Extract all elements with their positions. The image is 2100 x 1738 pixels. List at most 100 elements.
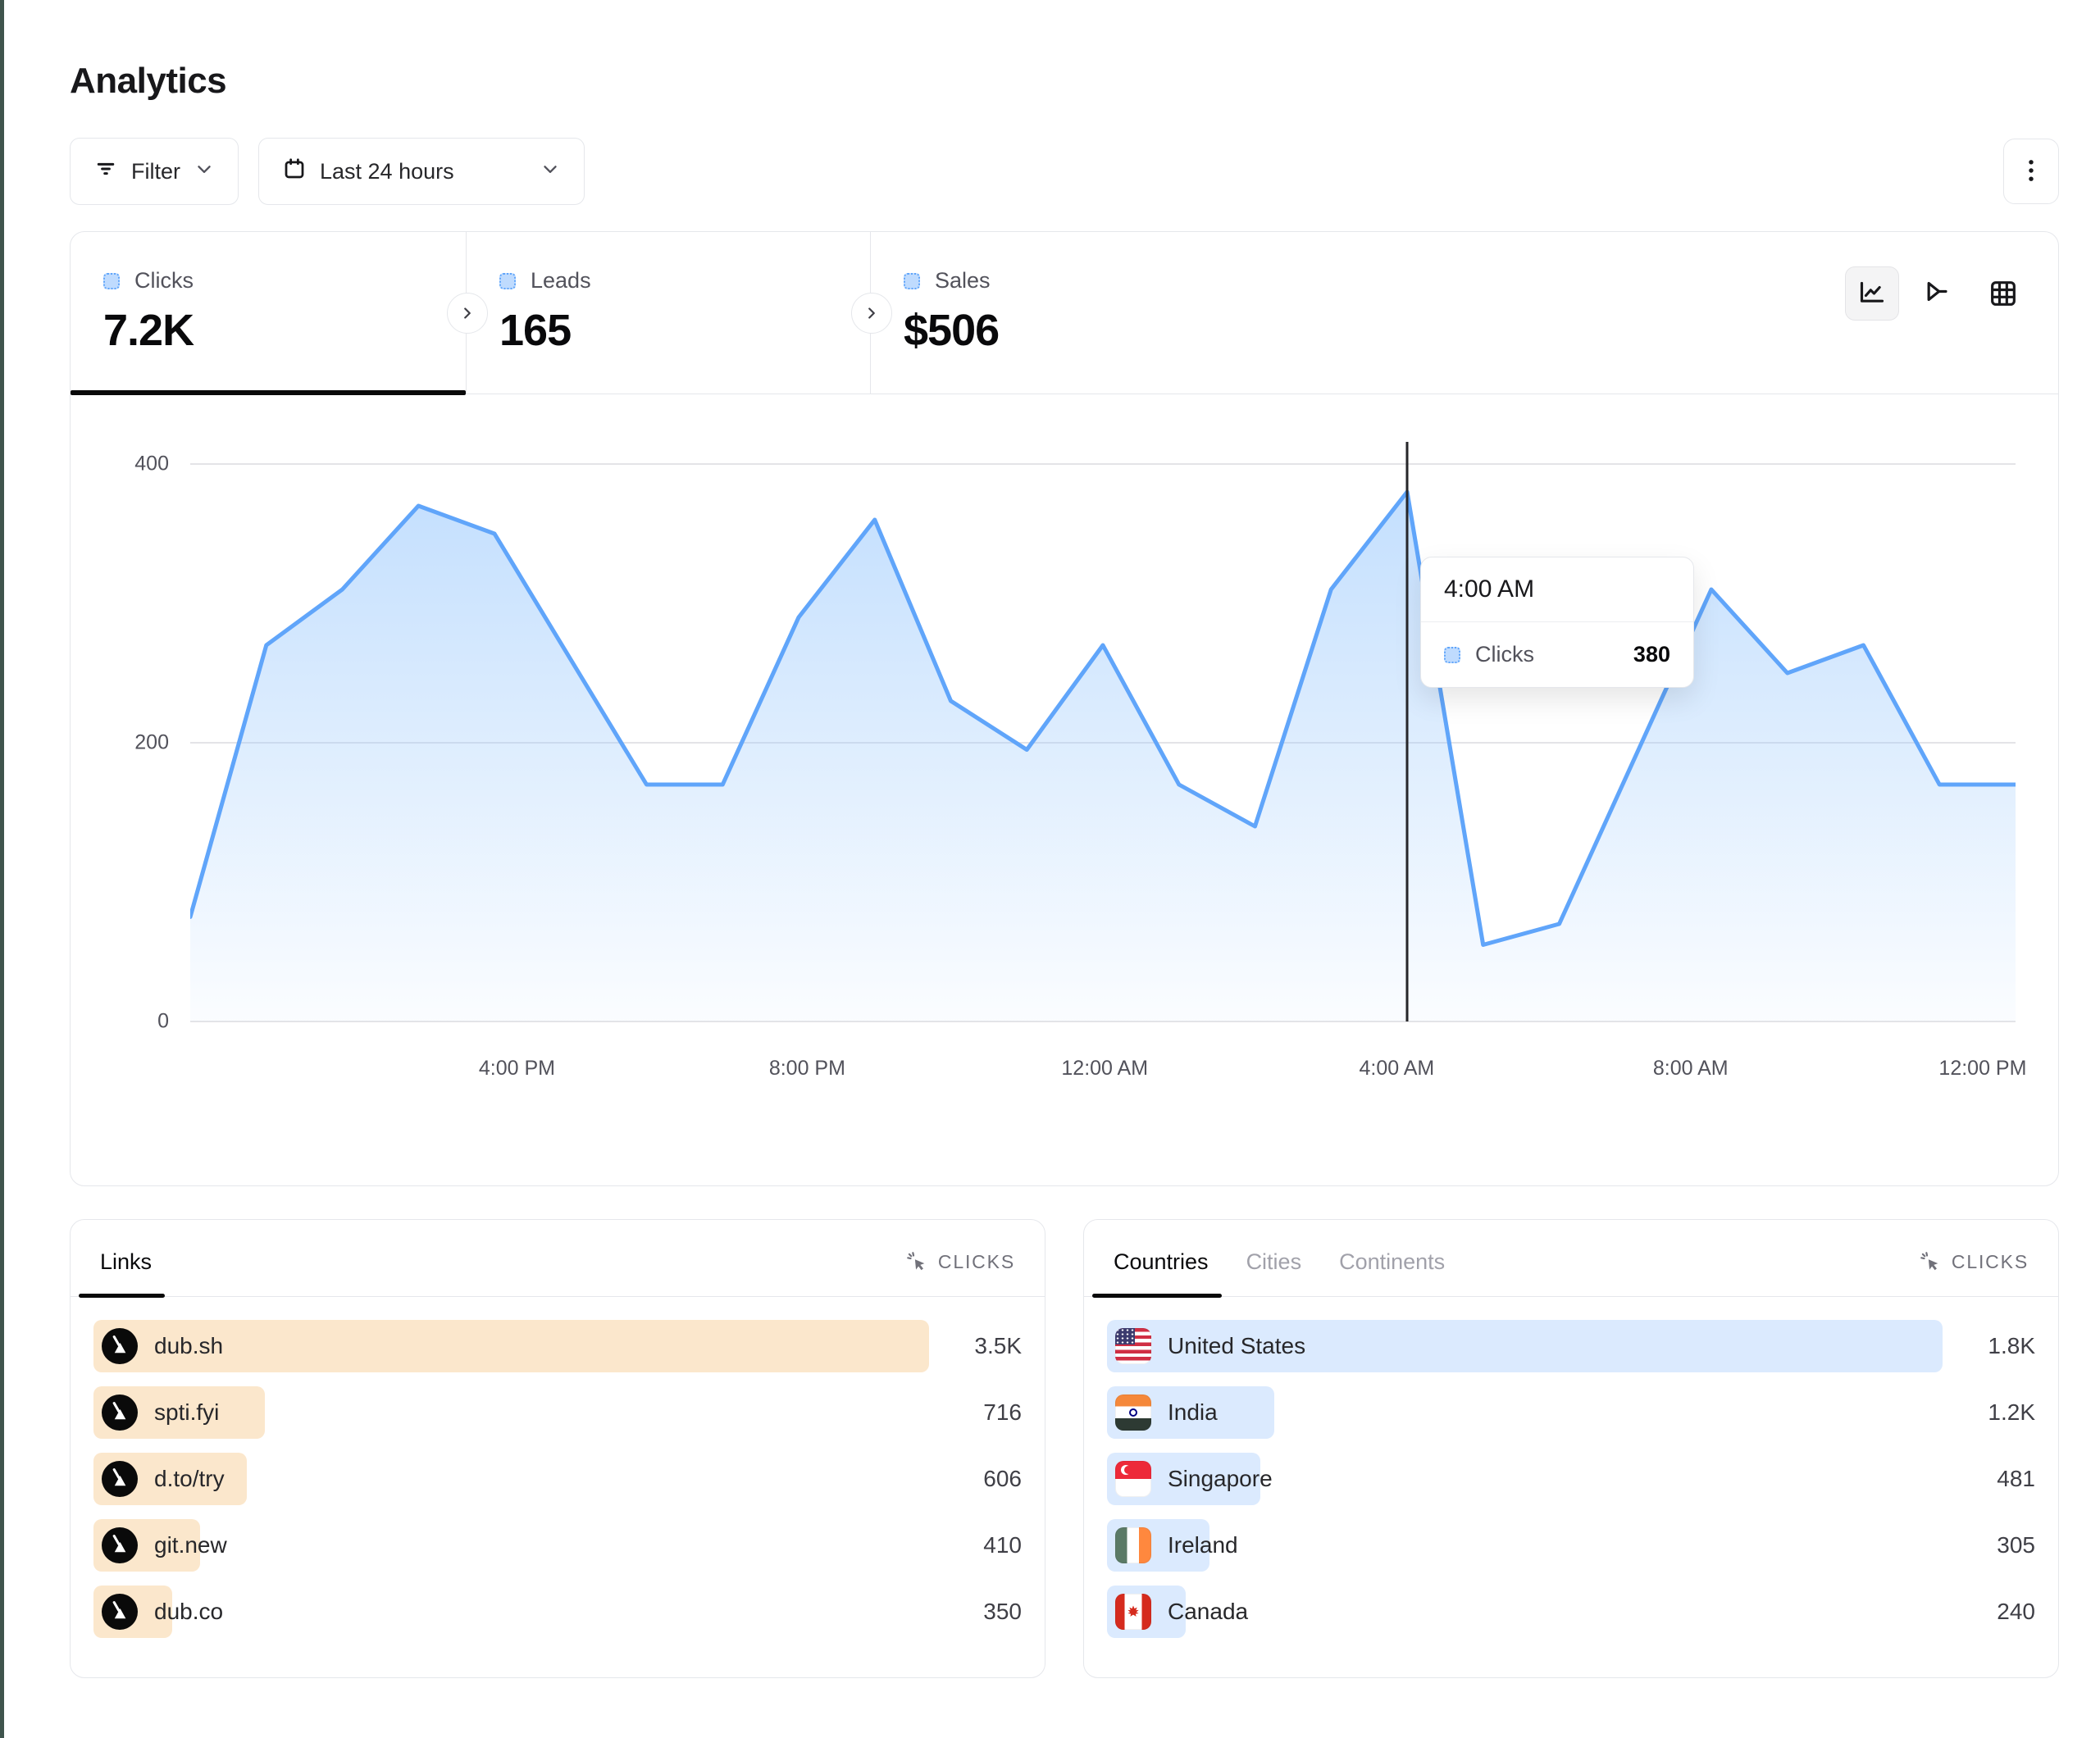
country-row[interactable]: United States1.8K	[1107, 1320, 2035, 1372]
row-value: 606	[983, 1466, 1022, 1492]
clicks-chart: 0200400 4:00 PM8:00 PM12:00 AM4:00 AM8:0…	[71, 394, 2058, 1098]
funnel-chart-icon	[1921, 277, 1954, 310]
row-value: 410	[983, 1532, 1022, 1558]
row-content: dub.co	[93, 1594, 223, 1630]
dub-logo-icon	[102, 1394, 138, 1431]
y-axis: 0200400	[71, 435, 190, 1098]
dub-logo-icon	[102, 1328, 138, 1364]
countries-list: United States1.8K India 1.2K Singapore 481 Ir…	[1084, 1297, 2058, 1638]
tooltip-series-label: Clicks	[1475, 642, 1534, 667]
line-chart-icon	[1856, 277, 1888, 310]
links-list: dub.sh3.5K spti.fyi 716 d.to/try 606 git.new 4…	[71, 1297, 1045, 1638]
row-content: d.to/try	[93, 1461, 225, 1497]
leads-swatch-icon	[499, 273, 516, 289]
clicks-value: 7.2K	[103, 305, 466, 356]
toolbar: Filter Last 24 hours	[70, 138, 2059, 205]
chevron-down-icon	[540, 158, 561, 185]
link-row[interactable]: spti.fyi 716	[93, 1386, 1022, 1439]
row-content: Ireland	[1107, 1527, 1238, 1563]
tab-clicks[interactable]: Clicks 7.2K	[71, 232, 467, 394]
grid-table-icon	[1987, 277, 2020, 310]
geo-metric[interactable]: CLICKS	[1919, 1250, 2029, 1296]
geo-card: Countries Cities Continents CLICKS United …	[1083, 1219, 2059, 1678]
row-label: Ireland	[1168, 1532, 1238, 1558]
sg-flag-icon	[1115, 1461, 1151, 1497]
link-row[interactable]: d.to/try 606	[93, 1453, 1022, 1505]
row-content: spti.fyi	[93, 1394, 219, 1431]
chevron-down-icon	[194, 158, 215, 185]
tab-cities[interactable]: Cities	[1246, 1249, 1302, 1296]
y-axis-tick: 0	[157, 1010, 169, 1034]
country-row[interactable]: Ireland 305	[1107, 1519, 2035, 1572]
link-row[interactable]: dub.sh3.5K	[93, 1320, 1022, 1372]
x-axis-tick: 4:00 PM	[479, 1057, 555, 1081]
more-options-button[interactable]	[2003, 139, 2059, 204]
expand-leads-button[interactable]	[851, 293, 892, 334]
chevron-right-icon	[863, 304, 881, 322]
chevron-right-icon	[458, 304, 476, 322]
ie-flag-icon	[1115, 1527, 1151, 1563]
in-flag-icon	[1115, 1394, 1151, 1431]
dub-logo-icon	[102, 1461, 138, 1497]
links-card-header: Links CLICKS	[71, 1220, 1045, 1297]
row-value: 1.2K	[1988, 1399, 2035, 1426]
analytics-page: Analytics Filter Last 24 hou	[0, 0, 2100, 1678]
row-label: d.to/try	[154, 1466, 225, 1492]
row-label: Canada	[1168, 1599, 1248, 1625]
row-content: India	[1107, 1394, 1218, 1431]
cursor-click-icon	[1919, 1250, 1942, 1273]
row-label: spti.fyi	[154, 1399, 219, 1426]
row-value: 305	[1997, 1532, 2035, 1558]
country-row[interactable]: Singapore 481	[1107, 1453, 2035, 1505]
page-title: Analytics	[70, 61, 2059, 102]
funnel-chart-toggle[interactable]	[1911, 266, 1965, 321]
x-axis-tick: 8:00 AM	[1653, 1057, 1729, 1081]
analytics-card: Clicks 7.2K Leads 165 Sales $506	[70, 231, 2059, 1186]
chart-tooltip: 4:00 AM Clicks 380	[1420, 557, 1694, 688]
link-row[interactable]: dub.co 350	[93, 1586, 1022, 1638]
date-range-label: Last 24 hours	[320, 159, 526, 184]
dub-logo-icon	[102, 1527, 138, 1563]
active-tab-underline	[71, 390, 466, 395]
line-chart-toggle[interactable]	[1845, 266, 1899, 321]
cursor-click-icon	[905, 1250, 928, 1273]
breakdown-cards: Links CLICKS dub.sh3.5K spti.fyi 716 d.to/t…	[70, 1219, 2059, 1678]
filter-button[interactable]: Filter	[70, 138, 239, 205]
country-row[interactable]: India 1.2K	[1107, 1386, 2035, 1439]
tab-continents[interactable]: Continents	[1339, 1249, 1445, 1296]
row-content: dub.sh	[93, 1328, 223, 1364]
filter-icon	[93, 157, 118, 187]
x-axis: 4:00 PM8:00 PM12:00 AM4:00 AM8:00 AM12:0…	[190, 1034, 2016, 1098]
x-axis-tick: 12:00 PM	[1938, 1057, 2026, 1081]
link-row[interactable]: git.new 410	[93, 1519, 1022, 1572]
tooltip-swatch-icon	[1444, 647, 1460, 663]
row-value: 350	[983, 1599, 1022, 1625]
links-metric-label: CLICKS	[938, 1251, 1015, 1273]
geo-card-header: Countries Cities Continents CLICKS	[1084, 1220, 2058, 1297]
country-row[interactable]: Canada240	[1107, 1586, 2035, 1638]
tab-links[interactable]: Links	[100, 1249, 152, 1296]
expand-clicks-button[interactable]	[447, 293, 488, 334]
row-content: Canada	[1107, 1594, 1248, 1630]
sales-value: $506	[904, 305, 1297, 356]
row-label: India	[1168, 1399, 1218, 1426]
tooltip-time: 4:00 AM	[1421, 557, 1693, 622]
links-metric[interactable]: CLICKS	[905, 1250, 1015, 1296]
row-label: Singapore	[1168, 1466, 1273, 1492]
row-value: 716	[983, 1399, 1022, 1426]
tab-sales[interactable]: Sales $506	[871, 232, 1297, 394]
row-label: United States	[1168, 1333, 1305, 1359]
row-value: 481	[1997, 1466, 2035, 1492]
chart-plot-area[interactable]: 4:00 PM8:00 PM12:00 AM4:00 AM8:00 AM12:0…	[190, 435, 2016, 1098]
us-flag-icon	[1115, 1328, 1151, 1364]
leads-tab-label: Leads	[531, 268, 591, 293]
sales-swatch-icon	[904, 273, 920, 289]
row-label: git.new	[154, 1532, 227, 1558]
tab-countries[interactable]: Countries	[1114, 1249, 1209, 1296]
table-view-toggle[interactable]	[1976, 266, 2030, 321]
date-range-button[interactable]: Last 24 hours	[258, 138, 585, 205]
tab-leads[interactable]: Leads 165	[467, 232, 871, 394]
sales-tab-label: Sales	[935, 268, 991, 293]
leads-value: 165	[499, 305, 870, 356]
y-axis-tick: 400	[134, 453, 169, 476]
